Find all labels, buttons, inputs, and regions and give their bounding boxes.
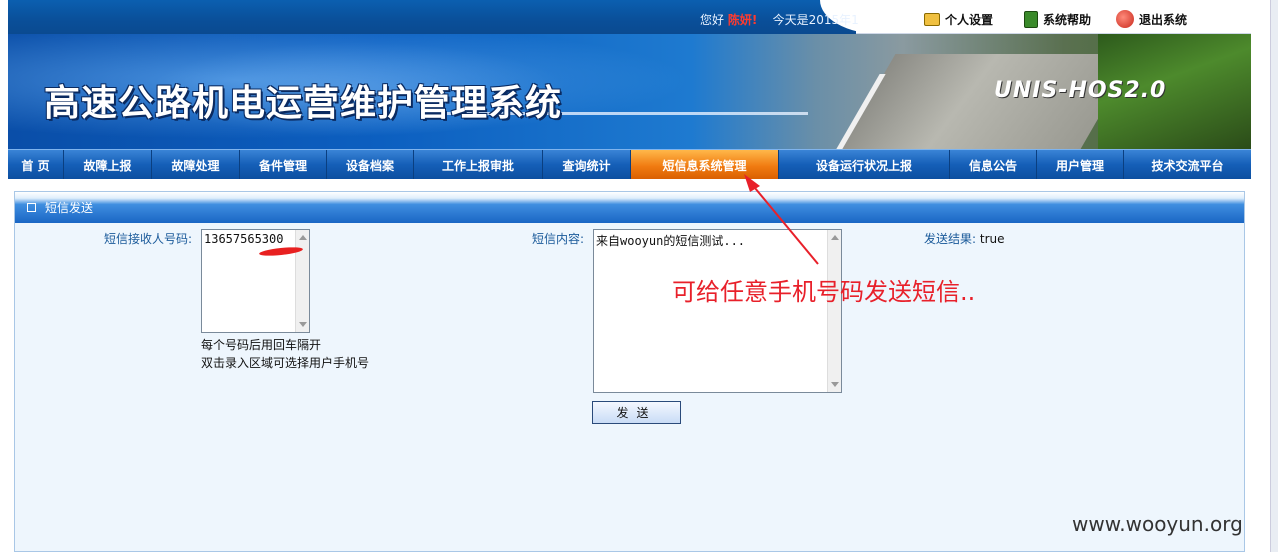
hint-line-1: 每个号码后用回车隔开 — [201, 338, 322, 352]
logout-link[interactable]: 退出系统 — [1116, 9, 1187, 29]
nav-item-user-management[interactable]: 用户管理 — [1037, 150, 1124, 180]
send-button[interactable]: 发送 — [592, 401, 681, 424]
annotation-text: 可给任意手机号码发送短信.. — [672, 278, 976, 306]
app-window: 您好 陈妍! 今天是2015年1 个人设置 系统帮助 退出系统 高速公路机电运营… — [0, 0, 1278, 552]
window-scrollbar[interactable] — [1270, 0, 1278, 552]
system-help-link[interactable]: 系统帮助 — [1024, 9, 1091, 29]
nav-item-fault-handling[interactable]: 故障处理 — [152, 150, 240, 180]
personal-settings-label: 个人设置 — [945, 12, 994, 27]
hint-line-2: 双击录入区域可选择用户手机号 — [201, 356, 370, 370]
scroll-down-icon[interactable] — [831, 382, 839, 387]
panel-square-icon — [27, 203, 36, 212]
nav-item-spare-parts[interactable]: 备件管理 — [240, 150, 327, 180]
help-book-icon — [1024, 10, 1038, 28]
nav-item-query-stats[interactable]: 查询统计 — [543, 150, 631, 180]
result-label-text: 发送结果: — [924, 232, 977, 246]
banner: 高速公路机电运营维护管理系统 UNIS-HOS2.0 — [8, 34, 1251, 149]
folder-icon — [924, 12, 940, 26]
result-label: 发送结果: true — [924, 230, 1005, 247]
receiver-scrollbar[interactable] — [295, 230, 309, 332]
nav-item-work-approval[interactable]: 工作上报审批 — [414, 150, 543, 180]
result-value: true — [979, 232, 1005, 246]
content-label: 短信内容: — [532, 232, 585, 246]
nav-item-tech-exchange[interactable]: 技术交流平台 — [1124, 150, 1251, 180]
logout-icon — [1116, 10, 1134, 28]
nav-item-home[interactable]: 首 页 — [8, 150, 64, 180]
nav-item-equipment-files[interactable]: 设备档案 — [327, 150, 414, 180]
content-area: 短信发送 短信接收人号码: 13657565300 每个号码后用回车隔开 双击录… — [8, 179, 1251, 552]
user-greeting: 您好 陈妍! 今天是2015年1 — [700, 11, 859, 28]
watermark: www.wooyun.org — [1072, 512, 1243, 536]
date-text: 今天是2015年1 — [772, 13, 859, 27]
logout-label: 退出系统 — [1139, 12, 1188, 27]
sms-send-panel: 短信发送 短信接收人号码: 13657565300 每个号码后用回车隔开 双击录… — [14, 191, 1245, 552]
nav-item-fault-report[interactable]: 故障上报 — [64, 150, 152, 180]
annotation-arrow-icon — [744, 174, 819, 265]
nav-item-announcements[interactable]: 信息公告 — [950, 150, 1037, 180]
system-title: 高速公路机电运营维护管理系统 — [44, 83, 563, 124]
username: 陈妍! — [727, 13, 758, 27]
receiver-numbers-value: 13657565300 — [204, 232, 284, 246]
panel-title: 短信发送 — [45, 201, 94, 215]
greeting-prefix: 您好 — [700, 13, 725, 27]
system-version: UNIS-HOS2.0 — [994, 78, 1167, 103]
scroll-up-icon[interactable] — [299, 235, 307, 240]
scroll-up-icon[interactable] — [831, 235, 839, 240]
panel-header: 短信发送 — [15, 192, 1244, 223]
receiver-label: 短信接收人号码: — [104, 232, 193, 246]
scroll-down-icon[interactable] — [299, 322, 307, 327]
sms-content-value: 来自wooyun的短信测试... — [596, 234, 746, 248]
main-nav: 首 页 故障上报 故障处理 备件管理 设备档案 工作上报审批 查询统计 短信息系… — [8, 149, 1251, 180]
receiver-numbers-textarea[interactable]: 13657565300 — [201, 229, 310, 333]
personal-settings-link[interactable]: 个人设置 — [924, 9, 993, 29]
system-help-label: 系统帮助 — [1043, 12, 1092, 27]
